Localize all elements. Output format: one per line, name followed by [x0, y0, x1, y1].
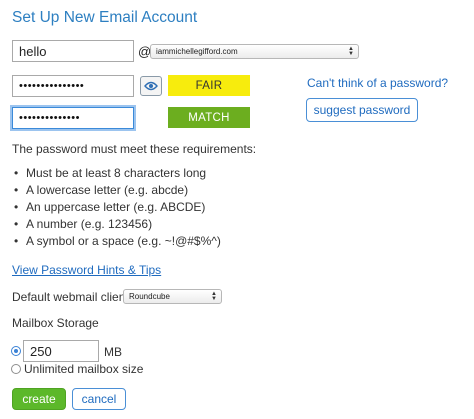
confirm-password-input[interactable]: ••••••••••••••	[12, 107, 134, 129]
webmail-select-value: Roundcube	[129, 292, 170, 301]
cancel-button[interactable]: cancel	[72, 388, 126, 410]
password-input[interactable]: •••••••••••••••	[12, 75, 134, 97]
username-input[interactable]	[12, 40, 134, 62]
select-arrows-icon: ▲ ▼	[211, 290, 217, 302]
requirement-item: A lowercase letter (e.g. abcde)	[14, 183, 188, 197]
password-hints-link[interactable]: View Password Hints & Tips	[12, 263, 161, 277]
requirement-item: Must be at least 8 characters long	[14, 166, 206, 180]
suggest-password-button[interactable]: suggest password	[306, 98, 418, 122]
storage-limited-radio[interactable]	[11, 346, 21, 356]
password-strength-badge: FAIR	[168, 75, 250, 96]
webmail-select[interactable]: Roundcube ▲ ▼	[123, 289, 222, 304]
select-arrows-icon: ▲ ▼	[348, 45, 354, 57]
mailbox-storage-label: Mailbox Storage	[12, 316, 99, 330]
password-match-badge: MATCH	[168, 107, 250, 128]
webmail-label: Default webmail client	[12, 290, 129, 304]
page-title: Set Up New Email Account	[12, 9, 198, 26]
requirements-heading: The password must meet these requirement…	[12, 142, 257, 156]
cant-think-link[interactable]: Can't think of a password?	[307, 76, 448, 90]
requirement-item: A symbol or a space (e.g. ~!@#$%^)	[14, 234, 221, 248]
storage-unit: MB	[104, 345, 122, 359]
create-button[interactable]: create	[12, 388, 66, 410]
requirement-item: A number (e.g. 123456)	[14, 217, 152, 231]
requirement-item: An uppercase letter (e.g. ABCDE)	[14, 200, 205, 214]
storage-size-input[interactable]	[23, 340, 99, 362]
eye-icon	[144, 81, 158, 91]
unlimited-storage-label[interactable]: Unlimited mailbox size	[24, 362, 143, 376]
show-password-toggle[interactable]	[140, 76, 162, 96]
domain-select-value: iammichellegifford.com	[156, 47, 238, 56]
domain-select[interactable]: iammichellegifford.com ▲ ▼	[150, 44, 359, 59]
storage-unlimited-radio[interactable]	[11, 364, 21, 374]
